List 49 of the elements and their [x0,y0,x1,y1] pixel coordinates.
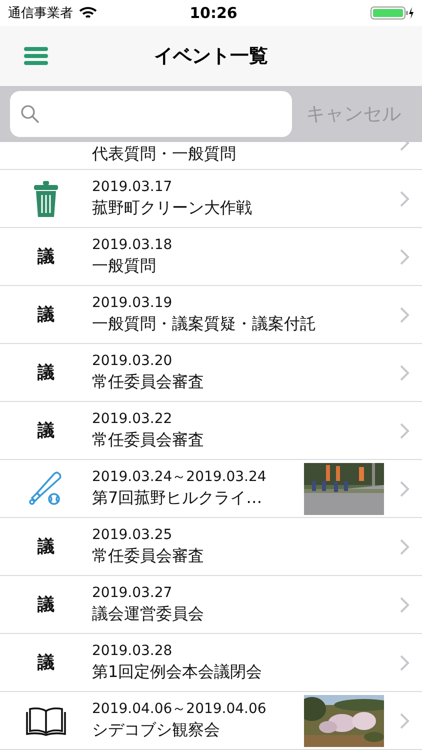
event-title[interactable]: 第7回菰野ヒルクライ… [92,487,304,509]
chevron-icon [398,480,410,498]
trash-can-icon [33,180,59,216]
assembly-icon: 議 [38,245,54,268]
event-title[interactable]: 常任委員会審査 [92,429,392,451]
event-date: 2019.03.18 [92,236,174,255]
chevron-icon [398,654,410,672]
event-date: 2019.03.27 [92,584,174,603]
assembly-icon: 議 [38,303,54,326]
chevron-icon [398,190,410,208]
clock-time: 10:26 [190,4,238,22]
chevron-icon [398,248,410,266]
assembly-icon: 議 [38,535,54,558]
assembly-icon: 議 [38,593,54,616]
wifi-icon [79,6,97,20]
chevron-icon [398,538,410,556]
event-date: 2019.03.24～2019.03.24 [92,468,268,487]
event-date: 2019.03.19 [92,294,174,313]
carrier-name: 通信事業者 [8,5,73,22]
event-date: 2019.03.25 [92,526,174,545]
event-title[interactable]: 菰野町クリーン大作戦 [92,197,392,219]
event-date: 2019.03.22 [92,410,174,429]
event-title[interactable]: 代表質問・一般質問 [92,143,392,165]
event-title[interactable]: 常任委員会審査 [92,371,392,393]
search-icon [20,104,40,124]
chevron-icon [398,712,410,730]
event-date: 2019.03.20 [92,352,174,371]
search-field[interactable] [10,91,292,137]
event-title[interactable]: シデコブシ観察会 [92,719,304,741]
event-title[interactable]: 一般質問 [92,255,392,277]
chevron-icon [398,422,410,440]
event-title[interactable]: 一般質問・議案質疑・議案付託 [92,313,392,335]
event-date: 2019.03.17 [92,178,174,197]
event-date: 2019.04.06～2019.04.06 [92,700,268,719]
event-title[interactable]: 議会運営委員会 [92,603,392,625]
baseball-bat-icon [28,470,64,506]
event-date: 2019.03.28 [92,642,174,661]
battery-icon [370,6,414,20]
menu-icon[interactable] [24,46,48,66]
event-title[interactable]: 第1回定例会本会議閉会 [92,661,392,683]
assembly-icon: 議 [38,419,54,442]
screen-title: イベント一覧 [153,44,269,69]
event-title[interactable]: 常任委員会審査 [92,545,392,567]
assembly-icon: 議 [38,361,54,384]
assembly-icon: 議 [38,651,54,674]
chevron-icon [398,306,410,324]
chevron-icon [398,596,410,614]
open-book-icon [26,706,66,736]
chevron-icon [398,364,410,382]
